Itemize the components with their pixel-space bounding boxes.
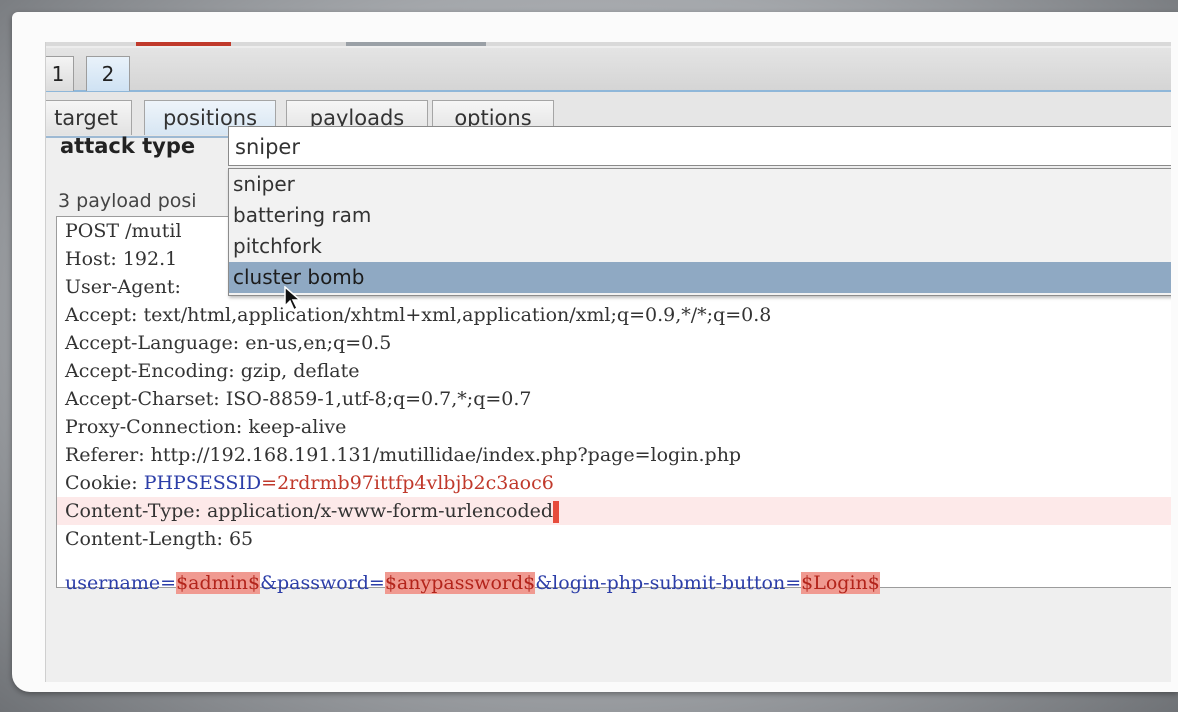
payload-positions-count: 3 payload posi xyxy=(58,190,197,212)
request-line: POST /mutil xyxy=(65,220,182,242)
request-line: Content-Type: application/x-www-form-url… xyxy=(65,497,560,525)
payload-marker[interactable]: $anypassword$ xyxy=(384,572,536,594)
request-line: Accept-Encoding: gzip, deflate xyxy=(65,360,360,382)
request-line: Host: 192.1 xyxy=(65,248,178,270)
attack-type-select[interactable]: sniper xyxy=(228,126,1171,166)
request-line: Accept-Charset: ISO-8859-1,utf-8;q=0.7,*… xyxy=(65,388,532,410)
dropdown-option-sniper[interactable]: sniper xyxy=(229,169,1171,200)
request-tab-2[interactable]: 2 xyxy=(86,56,130,91)
body-param-key: &password= xyxy=(260,572,385,594)
top-strip-accent xyxy=(136,42,231,46)
request-body-line: username=$admin$&password=$anypassword$&… xyxy=(65,569,880,597)
payload-marker[interactable]: $Login$ xyxy=(801,572,880,594)
request-line: User-Agent: xyxy=(65,276,181,298)
dropdown-option-pitchfork[interactable]: pitchfork xyxy=(229,231,1171,262)
request-tab-bar: 1 2 xyxy=(46,48,1171,92)
attack-type-dropdown: sniper battering ram pitchfork cluster b… xyxy=(228,168,1171,296)
request-line: Proxy-Connection: keep-alive xyxy=(65,416,347,438)
cookie-equals: = xyxy=(261,472,278,494)
request-line: Accept: text/html,application/xhtml+xml,… xyxy=(65,304,772,326)
request-line: Content-Length: 65 xyxy=(65,528,254,550)
dropdown-option-cluster-bomb[interactable]: cluster bomb xyxy=(229,262,1171,293)
content-type-text: Content-Type: application/x-www-form-url… xyxy=(65,500,554,522)
payload-marker[interactable]: $admin$ xyxy=(176,572,261,594)
dropdown-option-battering-ram[interactable]: battering ram xyxy=(229,200,1171,231)
top-strip-divider xyxy=(346,42,486,46)
top-strip xyxy=(46,42,1171,46)
text-cursor xyxy=(553,501,560,523)
request-tab-1[interactable]: 1 xyxy=(46,56,74,91)
cookie-prefix: Cookie: xyxy=(65,472,144,494)
request-line: Referer: http://192.168.191.131/mutillid… xyxy=(65,444,742,466)
request-line: Accept-Language: en-us,en;q=0.5 xyxy=(65,332,392,354)
cookie-name: PHPSESSID xyxy=(143,472,262,494)
mouse-pointer-icon xyxy=(284,286,302,312)
attack-type-label: attack type xyxy=(60,134,196,158)
intruder-window: 1 2 target positions payloads options at… xyxy=(45,42,1171,682)
body-param-key: username= xyxy=(65,572,177,594)
cookie-line: Cookie: PHPSESSID=2rdrmb97ittfp4vlbjb2c3… xyxy=(65,469,554,497)
tab-target[interactable]: target xyxy=(46,100,132,135)
cookie-value: 2rdrmb97ittfp4vlbjb2c3aoc6 xyxy=(277,472,554,494)
body-param-key: &login-php-submit-button= xyxy=(535,572,802,594)
